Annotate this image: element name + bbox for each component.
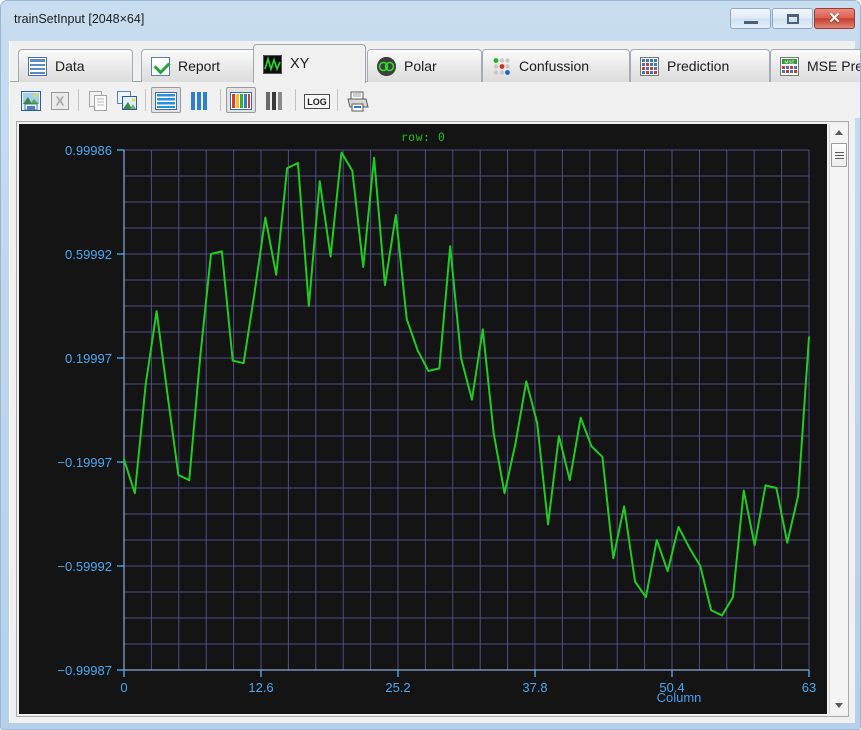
x-axis-title: Column — [657, 690, 702, 705]
x-tick-label: 63 — [802, 680, 816, 695]
svg-text:LOG: LOG — [307, 97, 327, 107]
chart-canvas[interactable]: 0.99986 0.59992 0.19997 −0.19997 −0.59992 −0.… — [19, 124, 827, 714]
scroll-down-button[interactable] — [830, 697, 848, 714]
log-scale-button[interactable]: LOG — [301, 87, 331, 113]
minimize-button[interactable] — [730, 8, 771, 29]
toolbar-separator — [78, 89, 79, 111]
scrollbar-thumb[interactable] — [831, 143, 847, 167]
tab-report-label: Report — [178, 58, 221, 74]
mse-icon: MSE — [780, 56, 799, 76]
color-bars-button[interactable] — [226, 87, 256, 113]
window-title: trainSetInput [2048×64] — [14, 12, 145, 26]
tab-confussion[interactable]: Confussion — [482, 49, 630, 82]
confusion-icon — [492, 57, 511, 76]
tab-prediction[interactable]: Prediction — [630, 49, 770, 82]
client-area: Data Report XY Polar Confussion Predicti… — [9, 41, 860, 723]
toolbar-separator — [145, 89, 146, 111]
polar-icon — [377, 56, 396, 76]
tab-prediction-label: Prediction — [667, 58, 730, 74]
scroll-up-button[interactable] — [830, 124, 848, 141]
tab-bar: Data Report XY Polar Confussion Predicti… — [10, 44, 860, 83]
y-tick-label: −0.59992 — [57, 559, 112, 574]
x-tick-label: 0 — [120, 680, 127, 695]
x-tick-label: 25.2 — [385, 680, 410, 695]
y-tick-label: 0.59992 — [65, 247, 112, 262]
close-button[interactable]: ✕ — [814, 8, 855, 29]
plot-panel: 0.99986 0.59992 0.19997 −0.19997 −0.59992 −0.… — [16, 121, 849, 717]
toolbar-separator — [220, 89, 221, 111]
xy-plot-icon — [263, 54, 282, 74]
save-image-button[interactable] — [17, 87, 43, 113]
close-icon: ✕ — [828, 10, 841, 27]
copy-image-button[interactable] — [113, 87, 139, 113]
print-button[interactable] — [343, 87, 373, 113]
tab-report[interactable]: Report — [141, 49, 267, 82]
tab-mse-pred-label: MSE Pred — [807, 58, 860, 74]
main-window: trainSetInput [2048×64] ✕ Data Report XY… — [0, 0, 861, 730]
y-tick-label: −0.99987 — [57, 663, 112, 678]
tab-data-label: Data — [55, 58, 85, 74]
table-icon — [28, 56, 47, 76]
tab-confussion-label: Confussion — [519, 58, 590, 74]
x-tick-label: 37.8 — [522, 680, 547, 695]
chevron-up-icon — [835, 130, 843, 135]
xy-line-chart: 0.99986 0.59992 0.19997 −0.19997 −0.59992 −0.… — [19, 124, 827, 714]
svg-text:MSE: MSE — [785, 59, 795, 64]
row-annotation: row: 0 — [400, 130, 446, 144]
title-bar: trainSetInput [2048×64] ✕ — [1, 1, 860, 41]
y-tick-label: 0.99986 — [65, 143, 112, 158]
y-tick-label: −0.19997 — [57, 455, 112, 470]
tab-xy[interactable]: XY — [253, 44, 366, 83]
prediction-icon — [640, 56, 659, 76]
svg-text:X: X — [56, 94, 65, 109]
check-icon — [151, 56, 171, 76]
minimize-icon — [744, 21, 758, 24]
toolbar-separator — [337, 89, 338, 111]
gray-bars-button[interactable] — [259, 87, 289, 113]
tab-polar[interactable]: Polar — [367, 49, 482, 82]
tab-polar-label: Polar — [404, 58, 437, 74]
vertical-bars-button[interactable] — [184, 87, 214, 113]
x-tick-label: 12.6 — [248, 680, 273, 695]
horizontal-lines-button[interactable] — [151, 87, 181, 113]
export-excel-button[interactable]: X — [46, 87, 72, 113]
tab-mse-pred[interactable]: MSE MSE Pred — [770, 49, 860, 82]
copy-button[interactable] — [84, 87, 110, 113]
vertical-scrollbar[interactable] — [829, 124, 848, 714]
y-tick-label: 0.19997 — [65, 351, 112, 366]
toolbar-separator — [295, 89, 296, 111]
tab-data[interactable]: Data — [18, 49, 133, 82]
tab-xy-label: XY — [290, 56, 310, 72]
chevron-down-icon — [835, 703, 843, 708]
toolbar: X LOG — [10, 82, 860, 118]
maximize-icon — [787, 14, 799, 24]
maximize-button[interactable] — [772, 8, 813, 29]
